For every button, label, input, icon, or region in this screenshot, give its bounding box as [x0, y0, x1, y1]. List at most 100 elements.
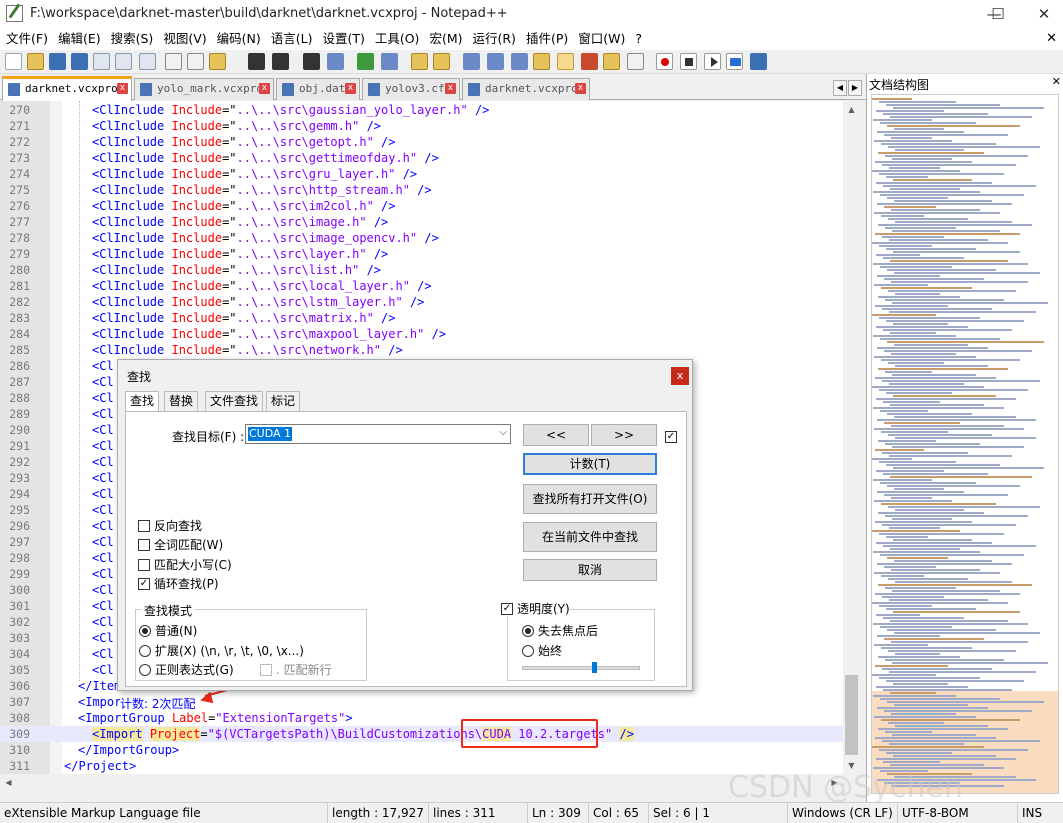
tab-close-icon[interactable]: x — [117, 83, 128, 94]
print-icon[interactable] — [139, 53, 156, 70]
maximize-button[interactable]: ☐ — [975, 0, 1021, 28]
scroll-left-icon[interactable]: ◀ — [0, 774, 17, 791]
backward-checkbox[interactable]: 反向查找 — [138, 519, 202, 533]
tab-obj-data[interactable]: obj.data x — [276, 78, 360, 100]
code-line[interactable]: 309 <Import Project="$(VCTargetsPath)\Bui… — [0, 726, 843, 742]
tab-close-icon[interactable]: x — [445, 83, 456, 94]
code-line[interactable]: 275 <ClInclude Include="..\..\src\http_st… — [0, 182, 843, 198]
code-line[interactable]: 284 <ClInclude Include="..\..\src\maxpool… — [0, 326, 843, 342]
code-line[interactable]: 274 <ClInclude Include="..\..\src\gru_lay… — [0, 166, 843, 182]
scroll-up-icon[interactable]: ▲ — [843, 101, 860, 118]
cut-icon[interactable] — [165, 53, 182, 70]
tab-find-in-files[interactable]: 文件查找 — [205, 391, 264, 412]
find-target-combobox[interactable]: CUDA 1 ⌵ — [245, 424, 511, 444]
code-line[interactable]: 278 <ClInclude Include="..\..\src\image_o… — [0, 230, 843, 246]
play-macro-icon[interactable] — [704, 53, 721, 70]
menu-search[interactable]: 搜索(S) — [107, 28, 158, 50]
function-list-icon[interactable] — [581, 53, 598, 70]
mode-regex-radio[interactable]: 正则表达式(G) — [139, 663, 234, 677]
code-line[interactable]: 270 <ClInclude Include="..\..\src\gaussia… — [0, 102, 843, 118]
close-all-icon[interactable] — [115, 53, 132, 70]
code-line[interactable]: 271 <ClInclude Include="..\..\src\gemm.h"… — [0, 118, 843, 134]
tab-scroll-left-icon[interactable]: ◀ — [833, 80, 847, 96]
tab-find[interactable]: 查找 — [125, 391, 160, 413]
find-previous-button[interactable]: << — [523, 424, 589, 446]
menu-view[interactable]: 视图(V) — [159, 28, 210, 50]
menu-settings[interactable]: 设置(T) — [318, 28, 368, 50]
chevron-down-icon[interactable]: ⌵ — [499, 427, 507, 438]
record-macro-icon[interactable] — [656, 53, 673, 70]
menu-tools[interactable]: 工具(O) — [371, 28, 424, 50]
menu-macro[interactable]: 宏(M) — [425, 28, 466, 50]
match-case-checkbox[interactable]: 匹配大小写(C) — [138, 558, 232, 572]
show-all-chars-icon[interactable] — [487, 53, 504, 70]
word-wrap-icon[interactable] — [463, 53, 480, 70]
slider-handle[interactable] — [591, 662, 597, 673]
tab-darknet-vcxproj[interactable]: darknet.vcxproj x — [2, 76, 132, 101]
find-icon[interactable] — [303, 53, 320, 70]
dialog-close-button[interactable]: x — [671, 367, 689, 385]
find-all-current-file-button[interactable]: 在当前文件中查找 — [523, 522, 657, 552]
mode-extended-radio[interactable]: 扩展(X) (\n, \r, \t, \0, \x...) — [139, 644, 304, 658]
code-line[interactable]: 285 <ClInclude Include="..\..\src\network… — [0, 342, 843, 358]
wrap-around-checkbox[interactable]: ✓ 循环查找(P) — [138, 577, 219, 591]
code-line[interactable]: 277 <ClInclude Include="..\..\src\image.h… — [0, 214, 843, 230]
menu-file[interactable]: 文件(F) — [2, 28, 52, 50]
menu-edit[interactable]: 编辑(E) — [54, 28, 105, 50]
direction-checkbox[interactable]: ✓ — [665, 427, 677, 443]
replace-icon[interactable] — [327, 53, 344, 70]
transparency-on-lose-focus-radio[interactable]: 失去焦点后 — [522, 624, 598, 638]
document-map[interactable] — [871, 94, 1059, 794]
menu-run[interactable]: 运行(R) — [468, 28, 519, 50]
code-line[interactable]: 272 <ClInclude Include="..\..\src\getopt.… — [0, 134, 843, 150]
tab-yolo-mark[interactable]: yolo_mark.vcxproj x — [134, 78, 274, 100]
doc-map-icon[interactable] — [557, 53, 574, 70]
code-line[interactable]: 276 <ClInclude Include="..\..\src\im2col.… — [0, 198, 843, 214]
sync-horizontal-icon[interactable] — [433, 53, 450, 70]
redo-icon[interactable] — [272, 53, 289, 70]
vertical-scrollbar[interactable]: ▲ ▼ — [843, 101, 860, 774]
menu-plugins[interactable]: 插件(P) — [522, 28, 572, 50]
code-line[interactable]: 310 </ImportGroup> — [0, 742, 843, 758]
menu-language[interactable]: 语言(L) — [267, 28, 317, 50]
save-macro-icon[interactable] — [750, 53, 767, 70]
tab-mark[interactable]: 标记 — [266, 391, 301, 412]
code-line[interactable]: 280 <ClInclude Include="..\..\src\list.h"… — [0, 262, 843, 278]
whole-word-checkbox[interactable]: 全词匹配(W) — [138, 538, 223, 552]
code-line[interactable]: 311 </Project> — [0, 758, 843, 774]
tab-replace[interactable]: 替换 — [164, 391, 199, 412]
stop-macro-icon[interactable] — [680, 53, 697, 70]
transparency-slider[interactable] — [522, 662, 640, 673]
close-document-icon[interactable]: ✕ — [1046, 28, 1057, 50]
count-button[interactable]: 计数(T) — [523, 453, 657, 475]
new-file-icon[interactable] — [5, 53, 22, 70]
monitoring-icon[interactable] — [627, 53, 644, 70]
indent-guide-icon[interactable] — [511, 53, 528, 70]
transparency-always-radio[interactable]: 始终 — [522, 644, 562, 658]
tab-close-icon[interactable]: x — [259, 83, 270, 94]
transparency-checkbox[interactable]: ✓ 透明度(Y) — [501, 602, 570, 616]
code-line[interactable]: 308 <ImportGroup Label="ExtensionTargets"… — [0, 710, 843, 726]
menu-help[interactable]: ? — [631, 28, 646, 50]
undo-icon[interactable] — [248, 53, 265, 70]
save-all-icon[interactable] — [71, 53, 88, 70]
find-target-value[interactable]: CUDA 1 — [248, 427, 293, 441]
panel-close-icon[interactable]: ✕ — [1052, 75, 1061, 88]
zoom-in-icon[interactable] — [357, 53, 374, 70]
run-macro-multiple-icon[interactable] — [726, 53, 743, 70]
match-newline-checkbox[interactable]: . 匹配新行 — [260, 663, 332, 677]
paste-icon[interactable] — [209, 53, 226, 70]
find-next-button[interactable]: >> — [591, 424, 657, 446]
tab-close-icon[interactable]: x — [345, 83, 356, 94]
open-file-icon[interactable] — [27, 53, 44, 70]
menu-encoding[interactable]: 编码(N) — [213, 28, 265, 50]
code-line[interactable]: 281 <ClInclude Include="..\..\src\local_l… — [0, 278, 843, 294]
sync-vertical-icon[interactable] — [411, 53, 428, 70]
folder-workspace-icon[interactable] — [603, 53, 620, 70]
find-all-open-files-button[interactable]: 查找所有打开文件(O) — [523, 484, 657, 514]
code-line[interactable]: 282 <ClInclude Include="..\..\src\lstm_la… — [0, 294, 843, 310]
tab-darknet-vcxproj-2[interactable]: darknet.vcxproj x — [462, 78, 590, 100]
close-file-icon[interactable] — [93, 53, 110, 70]
lang-define-icon[interactable] — [533, 53, 550, 70]
scroll-thumb[interactable] — [845, 675, 858, 755]
